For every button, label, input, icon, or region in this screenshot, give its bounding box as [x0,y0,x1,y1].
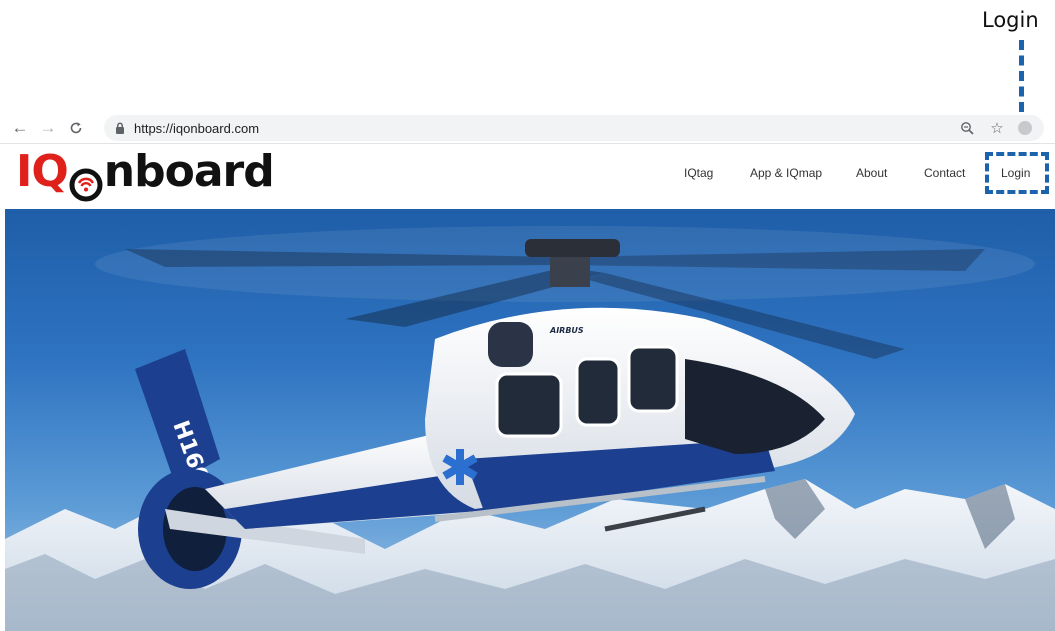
annotation-highlight-box [985,152,1049,194]
site-header: IQ nboard IQtag App & IQmap About Contac… [0,144,1055,208]
nav-link-about[interactable]: About [856,166,887,180]
address-bar[interactable]: https://iqonboard.com ☆ [104,115,1044,141]
nav-link-app-iqmap[interactable]: App & IQmap [750,166,822,180]
star-icon[interactable]: ☆ [988,118,1006,138]
nav-link-contact[interactable]: Contact [924,166,965,180]
url-text: https://iqonboard.com [134,120,260,136]
back-arrow-icon[interactable]: ← [6,114,34,142]
helicopter-illustration: H160 AIRBUS [5,226,1055,631]
nav-link-iqtag[interactable]: IQtag [684,166,713,180]
browser-toolbar: ← → https://iqonboard.com ☆ [0,113,1055,144]
annotation-label: Login [982,8,1039,32]
airbus-text: AIRBUS [549,326,584,335]
zoom-icon[interactable] [958,118,976,138]
profile-avatar[interactable] [1018,121,1032,135]
main-navigation: IQtag App & IQmap About Contact Login [0,166,1055,186]
hero-image: H160 AIRBUS [5,209,1055,631]
lock-icon [115,121,127,135]
reload-icon[interactable] [62,114,90,142]
forward-arrow-icon[interactable]: → [34,114,62,142]
